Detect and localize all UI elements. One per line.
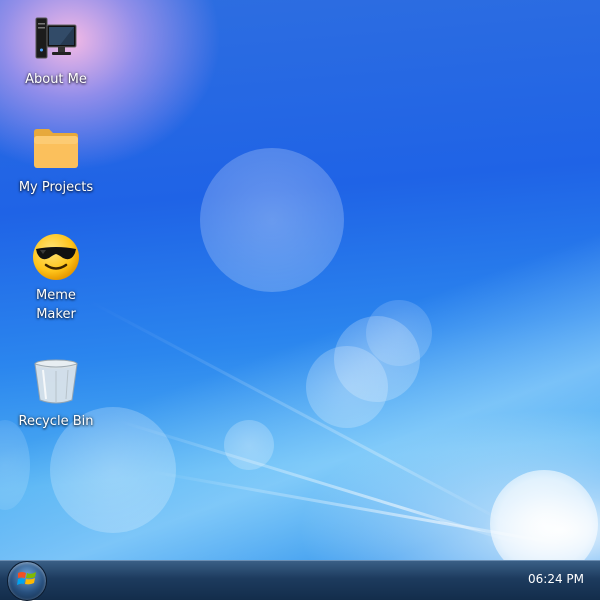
bokeh-orb (490, 470, 598, 560)
folder-icon (30, 122, 82, 174)
recycle-bin-icon (30, 356, 82, 408)
desktop-icon-label: Recycle Bin (18, 414, 94, 429)
taskbar-clock[interactable]: 06:24 PM (528, 572, 584, 586)
desktop-icon-label: Meme Maker (36, 288, 76, 322)
sunglasses-smiley-icon (30, 230, 82, 282)
bokeh-orb (224, 420, 274, 470)
bokeh-orb (200, 148, 344, 292)
windows-logo-icon (17, 569, 37, 593)
desktop-icon-label: My Projects (18, 180, 94, 195)
bokeh-orb (0, 420, 30, 510)
taskbar: 06:24 PM (0, 560, 600, 601)
start-button[interactable] (7, 561, 47, 601)
desktop-icon-about-me[interactable]: About Me (10, 14, 102, 89)
bokeh-orb (366, 300, 432, 366)
desktop-icon-recycle-bin[interactable]: Recycle Bin (10, 356, 102, 431)
computer-monitor-icon (30, 14, 82, 66)
desktop-wallpaper: About Me My Projects Meme Maker Recycle … (0, 0, 600, 560)
desktop-icon-my-projects[interactable]: My Projects (10, 122, 102, 197)
desktop-icon-meme-maker[interactable]: Meme Maker (10, 230, 102, 324)
bokeh-orb (306, 346, 388, 428)
desktop-icon-label: About Me (25, 72, 87, 87)
